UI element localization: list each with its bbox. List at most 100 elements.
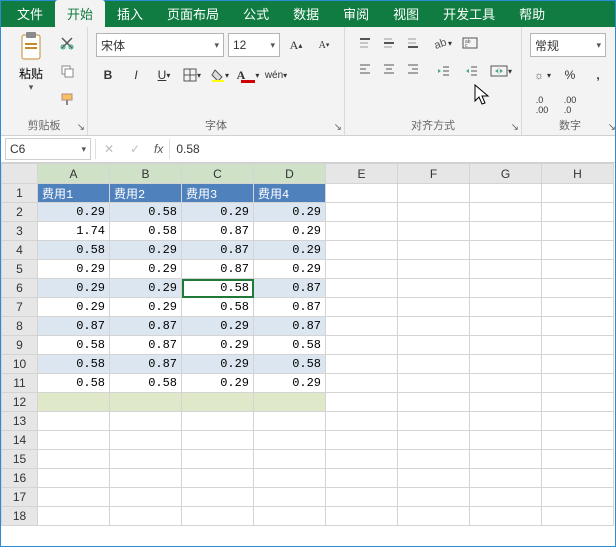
cell-A13[interactable]: [38, 412, 110, 431]
row-header-17[interactable]: 17: [2, 488, 38, 507]
copy-button[interactable]: [55, 59, 79, 83]
cell-F7[interactable]: [398, 298, 470, 317]
cell-H10[interactable]: [542, 355, 614, 374]
column-header-H[interactable]: H: [542, 164, 614, 184]
paste-button[interactable]: 粘贴 ▾: [9, 31, 53, 93]
format-painter-button[interactable]: [55, 87, 79, 111]
cell-G3[interactable]: [470, 222, 542, 241]
cell-B18[interactable]: [110, 507, 182, 526]
cell-G5[interactable]: [470, 260, 542, 279]
cell-B15[interactable]: [110, 450, 182, 469]
cell-B6[interactable]: 0.29: [110, 279, 182, 298]
cell-A9[interactable]: 0.58: [38, 336, 110, 355]
cell-G2[interactable]: [470, 203, 542, 222]
column-header-D[interactable]: D: [254, 164, 326, 184]
cell-B1[interactable]: 费用2: [110, 184, 182, 203]
cell-B2[interactable]: 0.58: [110, 203, 182, 222]
tab-公式[interactable]: 公式: [231, 0, 281, 27]
orientation-button[interactable]: ab▾: [431, 31, 455, 55]
cell-H4[interactable]: [542, 241, 614, 260]
cut-button[interactable]: [55, 31, 79, 55]
border-button[interactable]: ▾: [180, 63, 204, 87]
cell-G10[interactable]: [470, 355, 542, 374]
cell-H16[interactable]: [542, 469, 614, 488]
cell-C18[interactable]: [182, 507, 254, 526]
tab-视图[interactable]: 视图: [381, 0, 431, 27]
cell-D7[interactable]: 0.87: [254, 298, 326, 317]
cell-D2[interactable]: 0.29: [254, 203, 326, 222]
align-top-button[interactable]: [353, 31, 377, 55]
cell-H3[interactable]: [542, 222, 614, 241]
cell-G14[interactable]: [470, 431, 542, 450]
cell-H18[interactable]: [542, 507, 614, 526]
cell-D13[interactable]: [254, 412, 326, 431]
cell-H11[interactable]: [542, 374, 614, 393]
cell-D10[interactable]: 0.58: [254, 355, 326, 374]
tab-页面布局[interactable]: 页面布局: [155, 0, 231, 27]
cell-G9[interactable]: [470, 336, 542, 355]
cell-F5[interactable]: [398, 260, 470, 279]
cell-A10[interactable]: 0.58: [38, 355, 110, 374]
font-launcher-icon[interactable]: ↘: [334, 122, 342, 133]
font-size-combo[interactable]: 12▾: [228, 33, 280, 57]
row-header-11[interactable]: 11: [2, 374, 38, 393]
cell-A12[interactable]: [38, 393, 110, 412]
cell-E1[interactable]: [326, 184, 398, 203]
tab-审阅[interactable]: 审阅: [331, 0, 381, 27]
cell-G18[interactable]: [470, 507, 542, 526]
cell-C9[interactable]: 0.29: [182, 336, 254, 355]
cell-F4[interactable]: [398, 241, 470, 260]
italic-button[interactable]: I: [124, 63, 148, 87]
row-header-4[interactable]: 4: [2, 241, 38, 260]
cell-E8[interactable]: [326, 317, 398, 336]
fx-icon[interactable]: fx: [148, 142, 169, 156]
row-header-8[interactable]: 8: [2, 317, 38, 336]
cell-G16[interactable]: [470, 469, 542, 488]
decrease-indent-button[interactable]: [431, 59, 455, 83]
phonetic-button[interactable]: wén▾: [264, 63, 288, 87]
cell-E14[interactable]: [326, 431, 398, 450]
fill-color-button[interactable]: ▾: [208, 63, 232, 87]
cell-A2[interactable]: 0.29: [38, 203, 110, 222]
cell-C5[interactable]: 0.87: [182, 260, 254, 279]
comma-button[interactable]: ,: [586, 63, 610, 87]
cell-E17[interactable]: [326, 488, 398, 507]
cell-A14[interactable]: [38, 431, 110, 450]
align-bottom-button[interactable]: [401, 31, 425, 55]
cell-D17[interactable]: [254, 488, 326, 507]
cell-E3[interactable]: [326, 222, 398, 241]
row-header-5[interactable]: 5: [2, 260, 38, 279]
cell-G6[interactable]: [470, 279, 542, 298]
cell-C13[interactable]: [182, 412, 254, 431]
cell-C4[interactable]: 0.87: [182, 241, 254, 260]
cell-A6[interactable]: 0.29: [38, 279, 110, 298]
cell-A4[interactable]: 0.58: [38, 241, 110, 260]
cell-E2[interactable]: [326, 203, 398, 222]
row-header-6[interactable]: 6: [2, 279, 38, 298]
cell-H6[interactable]: [542, 279, 614, 298]
merge-button[interactable]: ▾: [487, 59, 515, 83]
row-header-12[interactable]: 12: [2, 393, 38, 412]
percent-button[interactable]: %: [558, 63, 582, 87]
cell-A8[interactable]: 0.87: [38, 317, 110, 336]
cell-B8[interactable]: 0.87: [110, 317, 182, 336]
name-box[interactable]: C6▾: [5, 138, 91, 160]
wrap-text-button[interactable]: abc: [459, 31, 481, 55]
cell-H2[interactable]: [542, 203, 614, 222]
cell-G8[interactable]: [470, 317, 542, 336]
cell-F14[interactable]: [398, 431, 470, 450]
bold-button[interactable]: B: [96, 63, 120, 87]
cell-A1[interactable]: 费用1: [38, 184, 110, 203]
cell-G13[interactable]: [470, 412, 542, 431]
cell-G12[interactable]: [470, 393, 542, 412]
cell-D5[interactable]: 0.29: [254, 260, 326, 279]
cell-D11[interactable]: 0.29: [254, 374, 326, 393]
cell-E4[interactable]: [326, 241, 398, 260]
cell-F16[interactable]: [398, 469, 470, 488]
align-left-button[interactable]: [353, 57, 377, 81]
cell-D3[interactable]: 0.29: [254, 222, 326, 241]
column-header-A[interactable]: A: [38, 164, 110, 184]
cell-B7[interactable]: 0.29: [110, 298, 182, 317]
decrease-font-button[interactable]: A▾: [312, 33, 336, 57]
cell-H15[interactable]: [542, 450, 614, 469]
